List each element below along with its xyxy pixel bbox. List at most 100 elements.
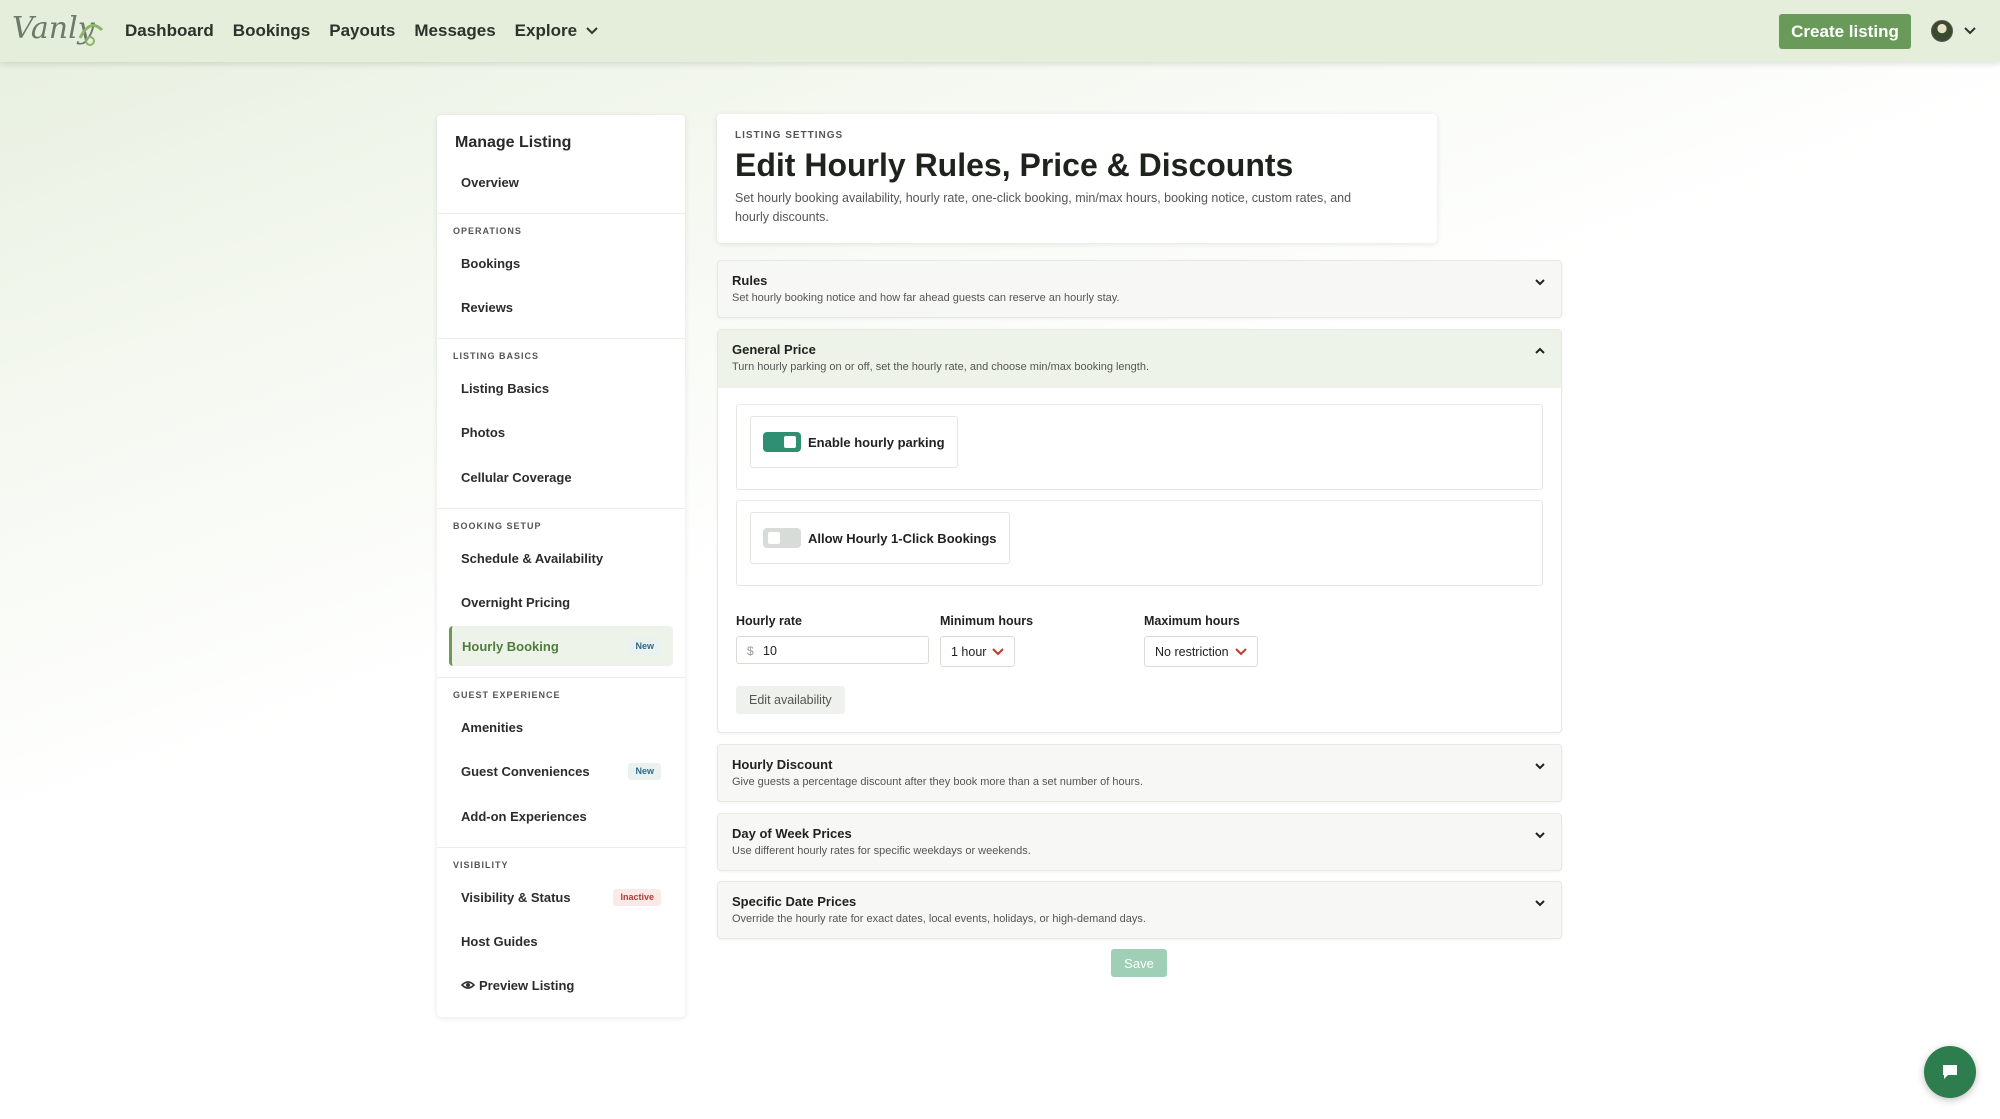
vanly-logo[interactable]: Vanly xyxy=(10,8,106,50)
sidebar-item-preview-listing[interactable]: Preview Listing xyxy=(449,965,673,1005)
nav-explore-label: Explore xyxy=(514,21,578,40)
page-eyebrow: LISTING SETTINGS xyxy=(735,130,844,141)
sidebar-item-host-guides[interactable]: Host Guides xyxy=(449,921,673,961)
nav-payouts[interactable]: Payouts xyxy=(329,21,395,41)
enable-hourly-box: Enable hourly parking xyxy=(736,404,1543,490)
chat-button[interactable] xyxy=(1924,1046,1976,1098)
chevron-up-icon xyxy=(1535,347,1545,354)
sidebar-item-addon-experiences[interactable]: Add-on Experiences xyxy=(449,796,673,836)
accordion-subtitle: Turn hourly parking on or off, set the h… xyxy=(732,361,1150,373)
chevron-down-icon xyxy=(1535,279,1545,286)
accordion-title: Day of Week Prices xyxy=(732,826,852,841)
accordion-day-of-week-header[interactable]: Day of Week Prices Use different hourly … xyxy=(718,814,1561,872)
eye-icon xyxy=(461,981,475,989)
sidebar-item-schedule[interactable]: Schedule & Availability xyxy=(449,538,673,578)
sidebar-item-label: Hourly Booking xyxy=(462,638,559,654)
sidebar-item-overnight-pricing[interactable]: Overnight Pricing xyxy=(449,582,673,622)
hourly-rate-label: Hourly rate xyxy=(736,614,802,628)
sidebar-title: Manage Listing xyxy=(455,134,572,151)
accordion-specific-date-header[interactable]: Specific Date Prices Override the hourly… xyxy=(718,882,1561,940)
top-navbar: Vanly Dashboard Bookings Payouts Message… xyxy=(0,0,2000,62)
create-listing-button[interactable]: Create listing xyxy=(1779,14,1911,49)
accordion-title: Specific Date Prices xyxy=(732,894,857,909)
max-hours-label: Maximum hours xyxy=(1144,614,1240,628)
section-listing-basics: LISTING BASICS xyxy=(453,351,540,361)
sidebar-item-overview[interactable]: Overview xyxy=(449,162,673,202)
accordion-title: Rules xyxy=(732,273,768,288)
sidebar-item-label: Guest Conveniences xyxy=(461,763,590,779)
accordion-specific-date: Specific Date Prices Override the hourly… xyxy=(717,881,1562,939)
accordion-title: General Price xyxy=(732,342,816,357)
toggle-switch-on[interactable] xyxy=(763,432,801,452)
accordion-subtitle: Set hourly booking notice and how far ah… xyxy=(732,292,1120,304)
accordion-subtitle: Use different hourly rates for specific … xyxy=(732,845,1031,857)
accordion-day-of-week: Day of Week Prices Use different hourly … xyxy=(717,813,1562,871)
section-operations: OPERATIONS xyxy=(453,226,522,236)
manage-listing-sidebar: Manage Listing Overview OPERATIONS Booki… xyxy=(437,115,685,1017)
edit-availability-button[interactable]: Edit availability xyxy=(736,686,845,714)
page-header-card: LISTING SETTINGS Edit Hourly Rules, Pric… xyxy=(717,114,1437,243)
min-hours-select[interactable]: 1 hour xyxy=(940,636,1016,667)
accordion-general-price: General Price Turn hourly parking on or … xyxy=(717,329,1562,733)
section-visibility: VISIBILITY xyxy=(453,860,509,870)
currency-symbol: $ xyxy=(747,644,754,658)
accordion-subtitle: Give guests a percentage discount after … xyxy=(732,776,1143,788)
select-value: No restriction xyxy=(1155,644,1229,659)
new-badge: New xyxy=(628,638,661,655)
page-title: Edit Hourly Rules, Price & Discounts xyxy=(735,147,1294,183)
sidebar-item-listing-basics[interactable]: Listing Basics xyxy=(449,368,673,408)
toggle-switch-off[interactable] xyxy=(763,528,801,548)
accordion-general-price-header[interactable]: General Price Turn hourly parking on or … xyxy=(718,330,1561,388)
section-guest-experience: GUEST EXPERIENCE xyxy=(453,690,561,700)
one-click-box: Allow Hourly 1-Click Bookings xyxy=(736,500,1543,586)
page-description: Set hourly booking availability, hourly … xyxy=(735,191,1352,224)
one-click-toggle[interactable]: Allow Hourly 1-Click Bookings xyxy=(750,512,1010,564)
divider xyxy=(437,677,685,678)
select-value: 1 hour xyxy=(951,644,987,659)
divider xyxy=(437,508,685,509)
section-booking-setup: BOOKING SETUP xyxy=(453,521,542,531)
divider xyxy=(437,338,685,339)
new-badge: New xyxy=(628,763,661,780)
chevron-down-icon xyxy=(1535,900,1545,907)
nav-explore[interactable]: Explore xyxy=(515,21,599,41)
chevron-down-icon[interactable] xyxy=(1963,26,1977,36)
chevron-down-icon xyxy=(586,27,598,35)
accordion-title: Hourly Discount xyxy=(732,757,833,772)
save-button[interactable]: Save xyxy=(1111,949,1167,977)
sidebar-item-bookings[interactable]: Bookings xyxy=(449,243,673,283)
sidebar-item-guest-conveniences[interactable]: Guest Conveniences New xyxy=(449,751,673,791)
toggle-label: Enable hourly parking xyxy=(808,434,945,450)
sidebar-item-cellular-coverage[interactable]: Cellular Coverage xyxy=(449,457,673,497)
sidebar-item-visibility-status[interactable]: Visibility & Status Inactive xyxy=(449,877,673,917)
chevron-down-icon xyxy=(1535,763,1545,770)
accordion-rules-header[interactable]: Rules Set hourly booking notice and how … xyxy=(718,261,1561,319)
enable-hourly-toggle[interactable]: Enable hourly parking xyxy=(750,416,958,468)
nav-messages[interactable]: Messages xyxy=(414,21,495,41)
chevron-down-icon xyxy=(1535,832,1545,839)
sidebar-item-amenities[interactable]: Amenities xyxy=(449,707,673,747)
nav-dashboard[interactable]: Dashboard xyxy=(125,21,214,41)
min-hours-label: Minimum hours xyxy=(940,614,1034,628)
hourly-rate-field[interactable] xyxy=(763,641,913,661)
accordion-hourly-discount: Hourly Discount Give guests a percentage… xyxy=(717,744,1562,802)
sidebar-item-hourly-booking[interactable]: Hourly Booking New xyxy=(449,626,673,666)
main-nav: Dashboard Bookings Payouts Messages Expl… xyxy=(125,0,599,62)
toggle-label: Allow Hourly 1-Click Bookings xyxy=(808,530,997,546)
hourly-rate-input[interactable]: $ xyxy=(736,636,929,664)
inactive-badge: Inactive xyxy=(613,889,661,906)
sidebar-item-label: Visibility & Status xyxy=(461,889,571,905)
sidebar-item-label: Preview Listing xyxy=(479,977,575,993)
user-avatar[interactable] xyxy=(1931,20,1953,42)
chat-icon xyxy=(1943,1065,1957,1079)
sidebar-item-reviews[interactable]: Reviews xyxy=(449,287,673,327)
sidebar-item-photos[interactable]: Photos xyxy=(449,412,673,452)
divider xyxy=(437,847,685,848)
nav-bookings[interactable]: Bookings xyxy=(233,21,310,41)
accordion-hourly-discount-header[interactable]: Hourly Discount Give guests a percentage… xyxy=(718,745,1561,803)
chevron-down-icon xyxy=(992,647,1005,655)
divider xyxy=(437,213,685,214)
chevron-down-icon xyxy=(1234,647,1247,655)
svg-text:Vanly: Vanly xyxy=(12,11,96,46)
max-hours-select[interactable]: No restriction xyxy=(1144,636,1258,667)
